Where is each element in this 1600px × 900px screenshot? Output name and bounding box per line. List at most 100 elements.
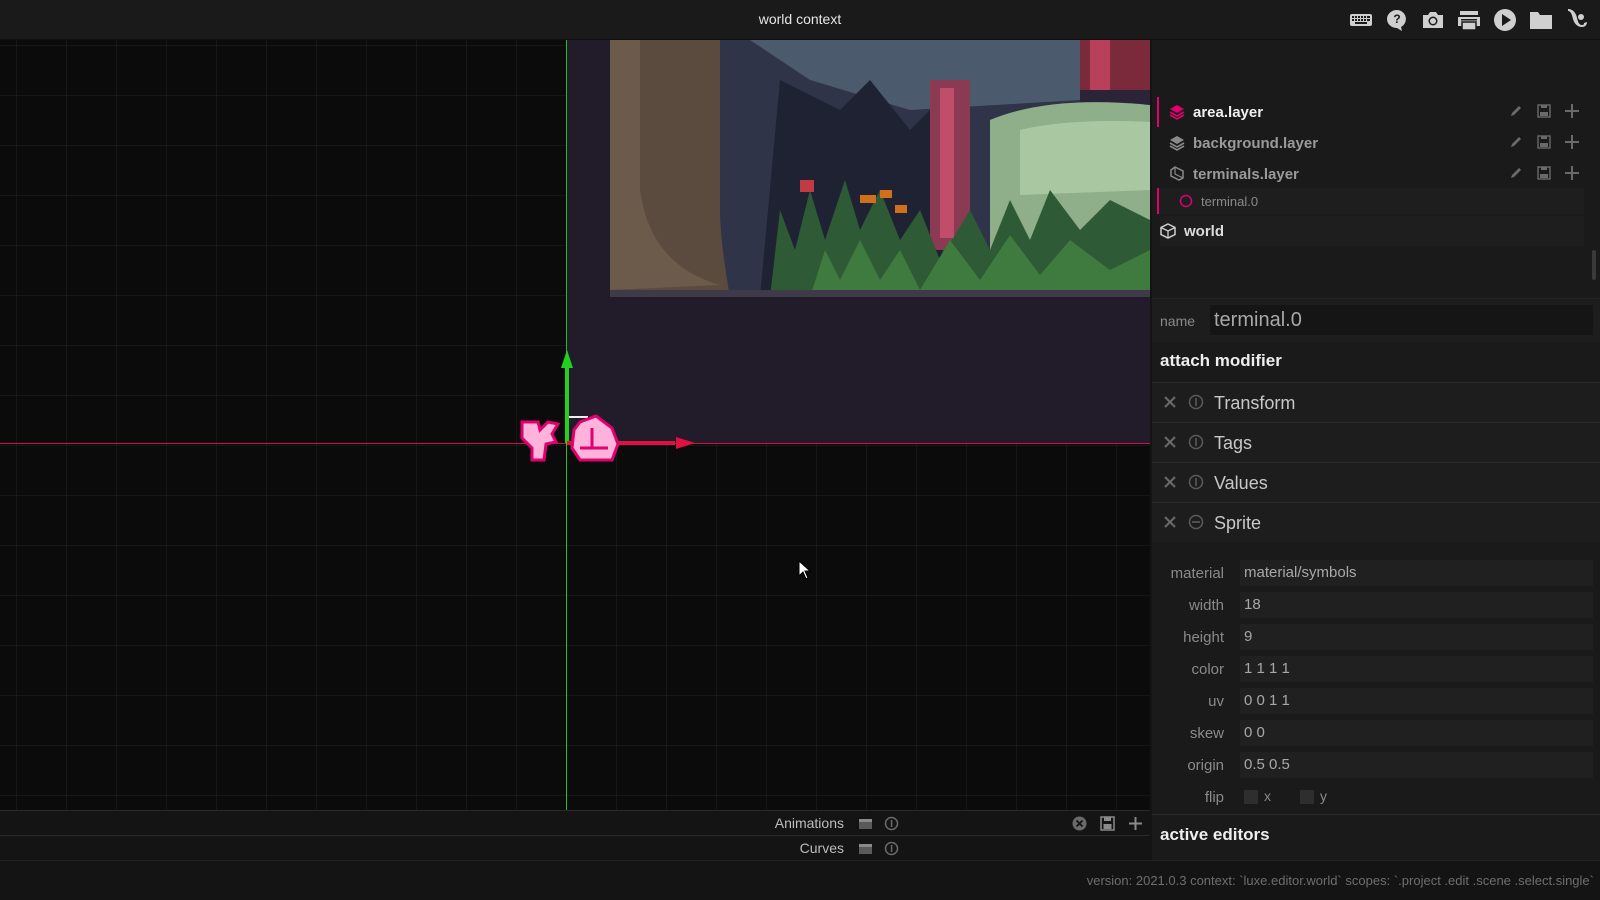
folder-icon[interactable] <box>1528 7 1554 33</box>
prop-label: uv <box>1208 693 1224 710</box>
prop-skew: skew 0 0 <box>1152 718 1600 748</box>
scene-artwork <box>610 40 1150 297</box>
save-icon[interactable] <box>1536 165 1552 181</box>
outliner-item-area-layer[interactable]: area.layer <box>1157 97 1584 127</box>
outliner-item-background-layer[interactable]: background.layer <box>1169 128 1584 158</box>
toolbar: ? <box>1348 7 1590 33</box>
prop-label: material <box>1170 565 1224 582</box>
remove-modifier-icon[interactable] <box>1162 514 1178 530</box>
modifier-transform[interactable]: Transform <box>1152 382 1600 422</box>
modifier-collapse-icon[interactable] <box>1188 514 1204 530</box>
modifier-tags[interactable]: Tags <box>1152 422 1600 462</box>
prop-label: skew <box>1189 725 1224 742</box>
remove-modifier-icon[interactable] <box>1162 434 1178 450</box>
camera-icon[interactable] <box>1420 7 1446 33</box>
save-icon[interactable] <box>1536 134 1552 150</box>
collapse-panel-icon[interactable] <box>858 816 873 831</box>
pencil-icon[interactable] <box>1508 103 1524 119</box>
prop-label: origin <box>1187 757 1224 774</box>
info-icon[interactable] <box>884 816 899 831</box>
status-text: version: 2021.0.3 context: `luxe.editor.… <box>1086 873 1594 888</box>
modifier-info-icon[interactable] <box>1188 434 1204 450</box>
scene-viewport[interactable] <box>0 40 1150 810</box>
animations-panel[interactable]: Animations <box>0 810 1150 834</box>
play-icon[interactable] <box>1492 7 1518 33</box>
title-bar: world context ? <box>0 0 1600 40</box>
prop-color: color 1 1 1 1 <box>1152 654 1600 684</box>
save-icon[interactable] <box>1536 103 1552 119</box>
outliner-item-label: world <box>1184 222 1224 240</box>
name-label: name <box>1160 313 1196 329</box>
modifier-values[interactable]: Values <box>1152 462 1600 502</box>
row-actions <box>1508 165 1580 181</box>
skew-field[interactable]: 0 0 <box>1240 720 1593 746</box>
layers-icon <box>1169 104 1185 120</box>
outliner-item-label: terminal.0 <box>1201 193 1259 209</box>
pencil-icon[interactable] <box>1508 134 1524 150</box>
origin-field[interactable]: 0.5 0.5 <box>1240 752 1593 778</box>
flip-x-label: x <box>1264 788 1271 804</box>
add-icon[interactable] <box>1128 816 1143 831</box>
modifier-sprite[interactable]: Sprite <box>1152 502 1600 542</box>
add-icon[interactable] <box>1564 165 1580 181</box>
remove-modifier-icon[interactable] <box>1162 394 1178 410</box>
prop-label: width <box>1188 597 1224 614</box>
prop-flip: flip x y <box>1152 782 1600 812</box>
prop-label: height <box>1183 629 1224 646</box>
help-icon[interactable]: ? <box>1384 7 1410 33</box>
modifier-info-icon[interactable] <box>1188 394 1204 410</box>
attach-modifier-title[interactable]: attach modifier <box>1160 351 1282 371</box>
sprite-symbol-left <box>520 420 561 462</box>
printer-icon[interactable] <box>1456 7 1482 33</box>
pencil-icon[interactable] <box>1508 165 1524 181</box>
save-icon[interactable] <box>1100 816 1115 831</box>
height-field[interactable]: 9 <box>1240 624 1593 650</box>
remove-modifier-icon[interactable] <box>1162 474 1178 490</box>
add-icon[interactable] <box>1564 103 1580 119</box>
sprite-symbol-right <box>570 414 620 462</box>
width-field[interactable]: 18 <box>1240 592 1593 618</box>
name-field[interactable] <box>1210 305 1593 335</box>
modifier-name: Values <box>1214 473 1268 493</box>
outliner-item-label: area.layer <box>1193 103 1264 121</box>
modifier-name: Sprite <box>1214 513 1262 533</box>
active-editors-title[interactable]: active editors <box>1160 825 1270 845</box>
collapse-panel-icon[interactable] <box>858 841 873 856</box>
close-circle-icon[interactable] <box>1072 816 1087 831</box>
entity-circle-icon <box>1179 194 1193 208</box>
inspector-panel: area.layer background.layer terminals.la… <box>1152 40 1600 860</box>
flip-y-label: y <box>1320 788 1327 804</box>
layers-open-icon <box>1169 166 1185 182</box>
row-actions <box>1508 103 1580 119</box>
color-field[interactable]: 1 1 1 1 <box>1240 656 1593 682</box>
uv-field[interactable]: 0 0 1 1 <box>1240 688 1593 714</box>
curves-panel[interactable]: Curves <box>0 835 1150 859</box>
outliner: area.layer background.layer terminals.la… <box>1152 40 1600 295</box>
outliner-item-terminal-0[interactable]: terminal.0 <box>1157 188 1584 214</box>
flip-x-checkbox[interactable] <box>1244 790 1258 804</box>
keyboard-icon[interactable] <box>1348 7 1374 33</box>
transform-gizmo[interactable] <box>500 310 720 510</box>
layers-icon <box>1169 135 1185 151</box>
prop-uv: uv 0 0 1 1 <box>1152 686 1600 716</box>
modifier-name: Tags <box>1214 433 1253 453</box>
mouse-cursor-icon <box>798 559 812 580</box>
outliner-item-terminals-layer[interactable]: terminals.layer <box>1169 159 1584 189</box>
outliner-item-label: background.layer <box>1193 134 1319 152</box>
add-icon[interactable] <box>1564 134 1580 150</box>
material-field[interactable]: material/symbols <box>1240 560 1593 586</box>
row-actions <box>1508 134 1580 150</box>
prop-height: height 9 <box>1152 622 1600 652</box>
prop-label: color <box>1191 661 1224 678</box>
prop-material: material material/symbols <box>1152 558 1600 588</box>
svg-text:?: ? <box>1393 12 1400 26</box>
info-icon[interactable] <box>884 841 899 856</box>
flip-y-checkbox[interactable] <box>1300 790 1314 804</box>
modifier-info-icon[interactable] <box>1188 474 1204 490</box>
outliner-item-world[interactable]: world <box>1160 216 1584 246</box>
outliner-scrollbar[interactable] <box>1592 250 1596 280</box>
luxe-logo-icon[interactable] <box>1564 7 1590 33</box>
outliner-item-label: terminals.layer <box>1193 165 1299 183</box>
prop-label: flip <box>1204 789 1224 806</box>
name-row: name <box>1152 298 1600 342</box>
